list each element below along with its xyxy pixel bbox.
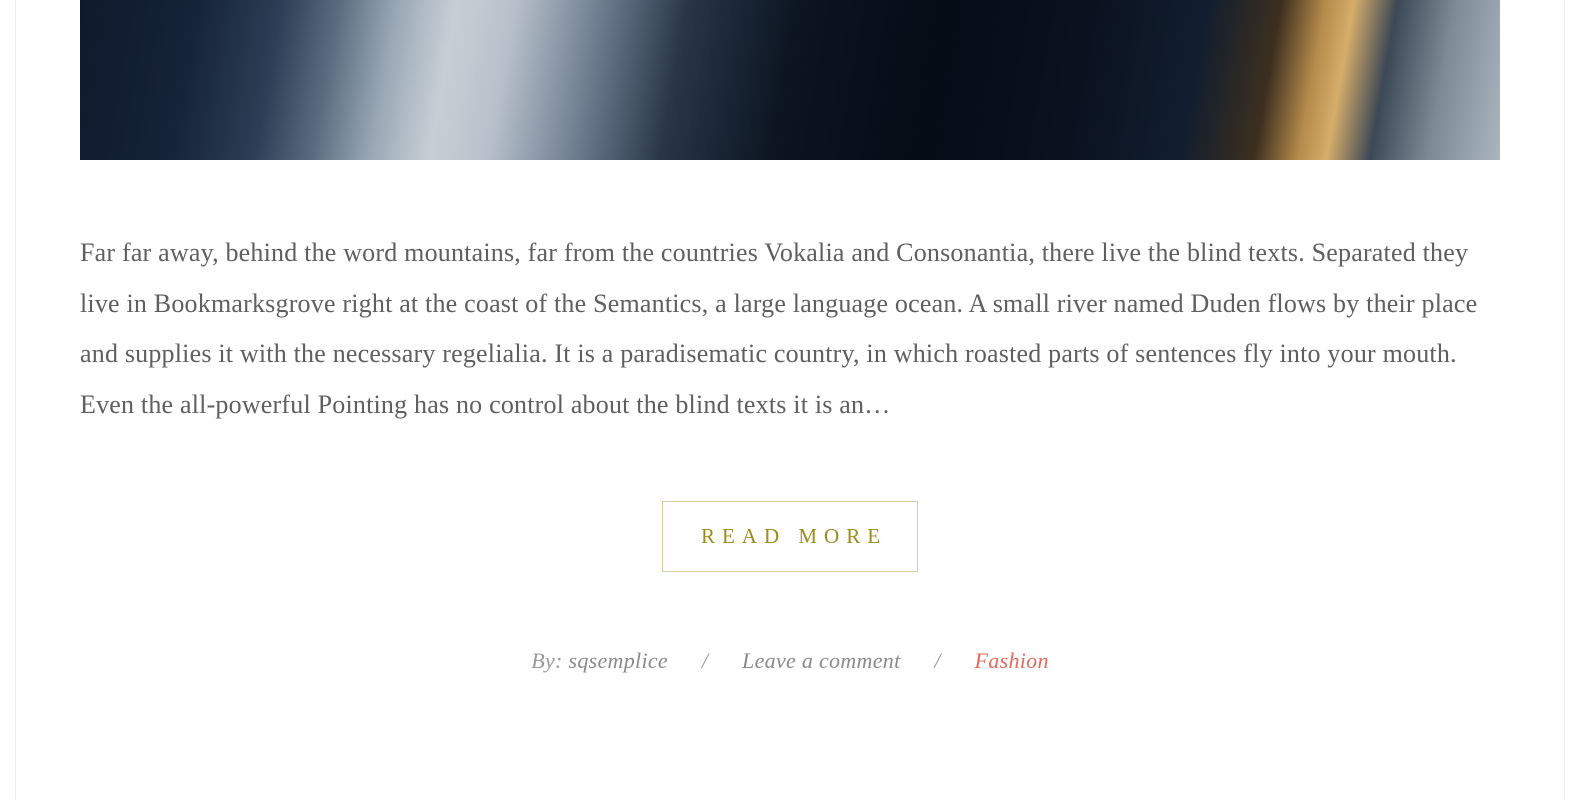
by-label: By: [531,648,568,673]
post-meta: By: sqsemplice / Leave a comment / Fashi… [80,648,1500,674]
page-container: Far far away, behind the word mountains,… [15,0,1565,800]
post-excerpt: Far far away, behind the word mountains,… [80,228,1500,431]
read-more-wrap: READ MORE [80,501,1500,572]
leave-comment-link[interactable]: Leave a comment [742,648,900,673]
read-more-button[interactable]: READ MORE [662,501,918,572]
author-link[interactable]: sqsemplice [568,648,668,673]
meta-separator: / [934,648,940,674]
meta-separator: / [702,648,708,674]
category-link[interactable]: Fashion [975,648,1049,673]
content-wrap: Far far away, behind the word mountains,… [16,0,1564,674]
featured-image[interactable] [80,0,1500,160]
